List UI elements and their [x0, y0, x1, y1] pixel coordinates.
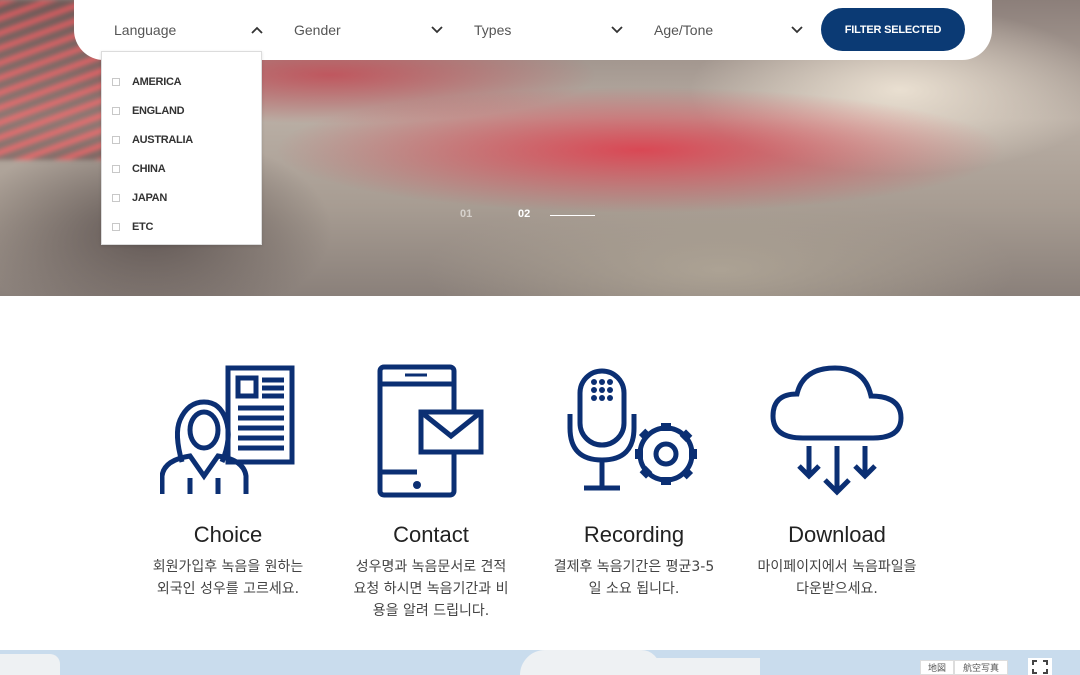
checkbox[interactable]: [112, 136, 120, 144]
language-dropdown: AMERICA ENGLAND AUSTRALIA CHINA JAPAN ET…: [101, 51, 262, 245]
language-filter-label: Language: [114, 22, 177, 38]
language-option-etc[interactable]: ETC: [112, 219, 153, 235]
gender-filter-label: Gender: [294, 22, 341, 38]
checkbox[interactable]: [112, 107, 120, 115]
checkbox[interactable]: [112, 194, 120, 202]
step-title: Choice: [193, 522, 263, 547]
checkbox[interactable]: [112, 78, 120, 86]
language-option-china[interactable]: CHINA: [112, 161, 166, 177]
step-title: Recording: [583, 522, 685, 547]
step-description: 성우명과 녹음문서로 견적 요청 하시면 녹음기간과 비 용을 알려 드립니다.: [353, 559, 509, 619]
map-land: [0, 654, 60, 675]
microphone-gear-icon: [567, 368, 697, 491]
fullscreen-button[interactable]: [1028, 658, 1052, 675]
fullscreen-icon: [1032, 659, 1048, 674]
slide-02-button[interactable]: 02: [518, 208, 530, 220]
step-description: 마이페이지에서 녹음파일을 다운받으세요.: [757, 559, 917, 597]
map-land: [520, 650, 660, 675]
map-view[interactable]: [0, 650, 1080, 675]
cloud-download-icon: [770, 365, 904, 496]
types-filter-label: Types: [474, 22, 512, 38]
map-land: [640, 658, 760, 675]
step-title: Download: [788, 522, 886, 547]
step-title: Contact: [393, 522, 469, 547]
language-option-america[interactable]: AMERICA: [112, 74, 182, 90]
chevron-up-icon: [250, 23, 264, 37]
map-type-map-button[interactable]: 地図: [920, 660, 954, 675]
language-option-england[interactable]: ENGLAND: [112, 103, 185, 119]
step-description: 결제후 녹음기간은 평균3-5 일 소요 됩니다.: [553, 559, 715, 597]
map-type-satellite-button[interactable]: 航空写真: [954, 660, 1008, 675]
chevron-down-icon: [790, 23, 804, 37]
language-option-australia[interactable]: AUSTRALIA: [112, 132, 193, 148]
step-description: 회원가입후 녹음을 원하는 외국인 성우를 고르세요.: [152, 559, 304, 597]
chevron-down-icon: [610, 23, 624, 37]
filter-selected-button[interactable]: FILTER SELECTED: [821, 8, 965, 51]
person-document-icon: [160, 365, 295, 494]
types-filter[interactable]: Types: [474, 0, 624, 60]
gender-filter[interactable]: Gender: [294, 0, 444, 60]
slide-01-button[interactable]: 01: [460, 208, 472, 220]
checkbox[interactable]: [112, 165, 120, 173]
age-tone-filter-label: Age/Tone: [654, 22, 714, 38]
language-option-japan[interactable]: JAPAN: [112, 190, 167, 206]
chevron-down-icon: [430, 23, 444, 37]
checkbox[interactable]: [112, 223, 120, 231]
slide-progress-line: [550, 215, 595, 216]
phone-mail-icon: [377, 364, 484, 498]
age-tone-filter[interactable]: Age/Tone: [654, 0, 804, 60]
